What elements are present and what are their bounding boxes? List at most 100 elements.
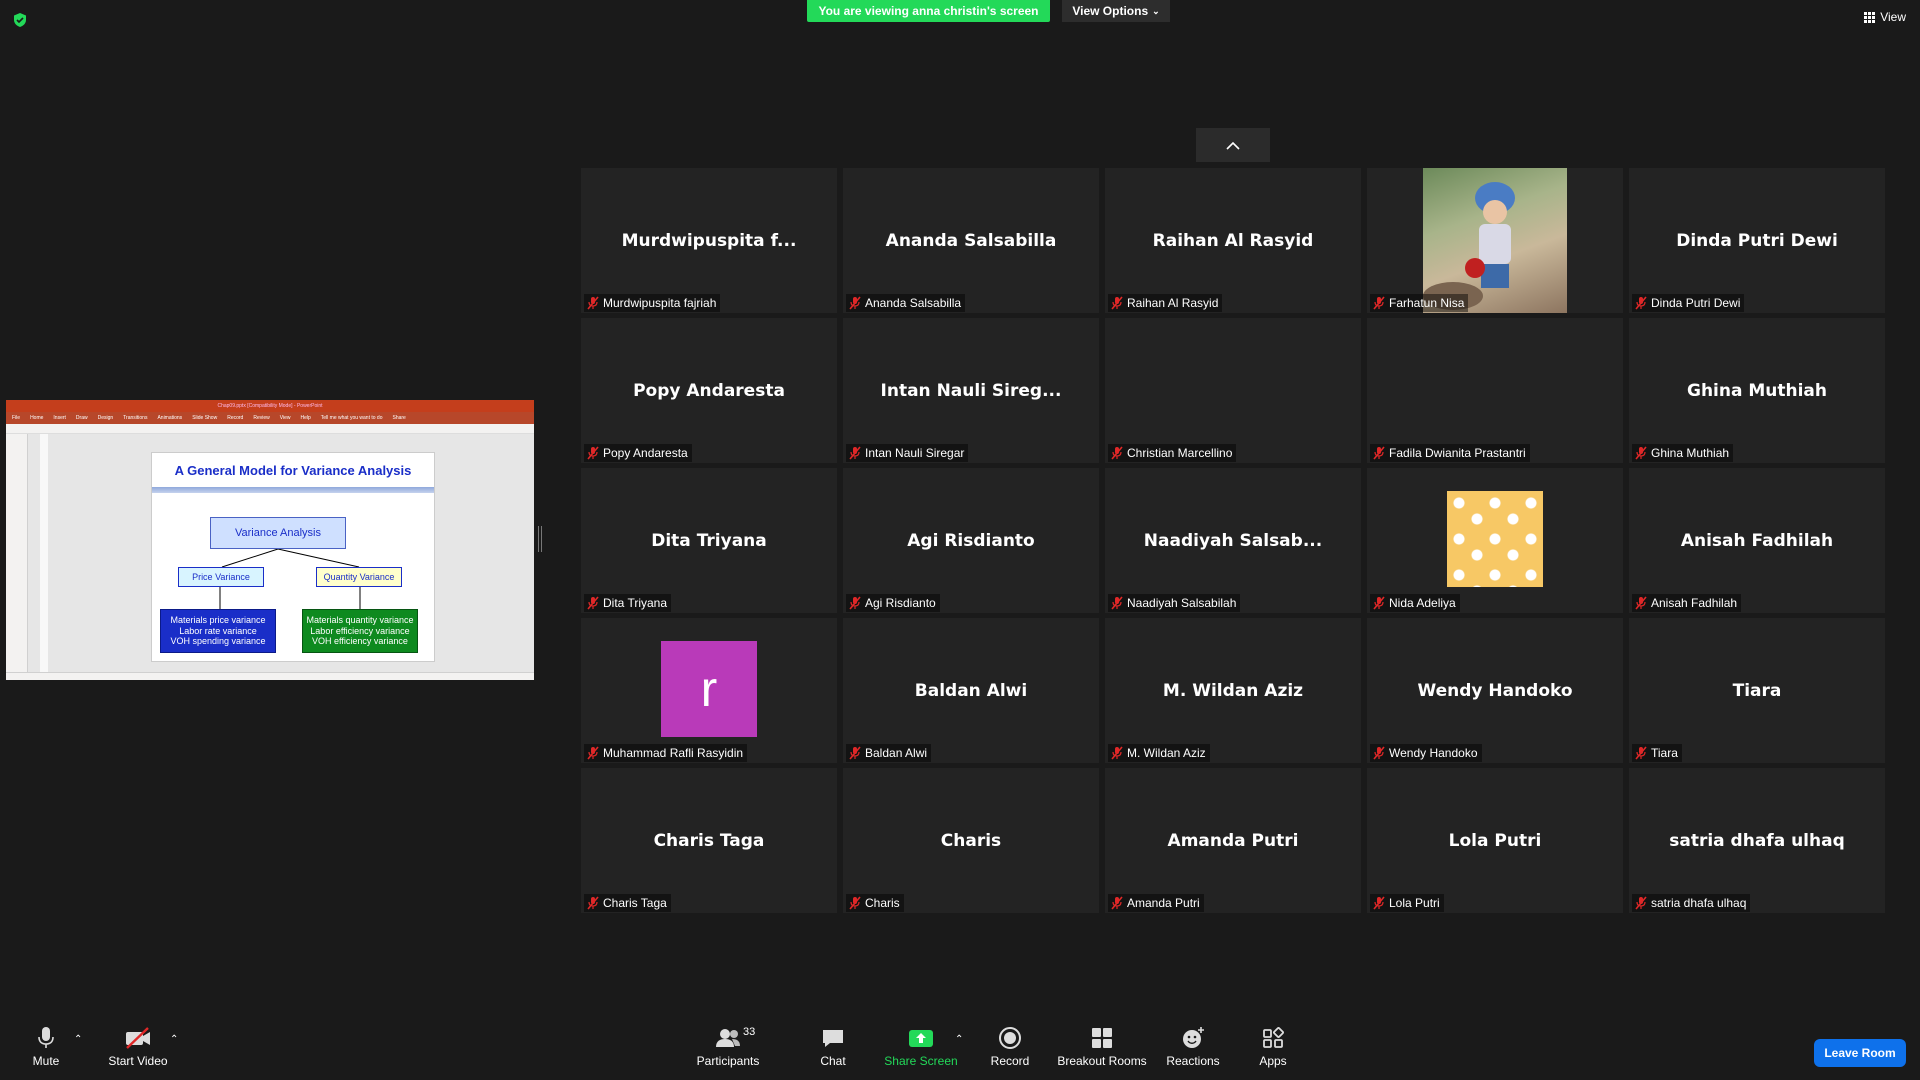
- chevron-up-icon: [1226, 141, 1240, 150]
- participant-display-name: Baldan Alwi: [914, 680, 1028, 701]
- share-screen-label: Share Screen: [884, 1054, 958, 1068]
- muted-mic-icon: [1635, 746, 1647, 760]
- detail-line: Labor rate variance: [179, 625, 257, 636]
- panel-resize-handle[interactable]: [538, 526, 542, 552]
- participant-tile[interactable]: Farhatun Nisa: [1367, 168, 1623, 313]
- participant-name: Fadila Dwianita Prastantri: [1389, 446, 1526, 460]
- leave-room-button[interactable]: Leave Room: [1814, 1039, 1906, 1067]
- participant-name-label: Agi Risdianto: [846, 594, 940, 612]
- quantity-variance-detail-box: Materials quantity variance Labor effici…: [302, 609, 418, 653]
- participant-tile[interactable]: Wendy Handoko Wendy Handoko: [1367, 618, 1623, 763]
- participants-button[interactable]: Participants: [683, 1026, 773, 1068]
- participant-tile[interactable]: Intan Nauli Sireg... Intan Nauli Siregar: [843, 318, 1099, 463]
- viewing-screen-banner: You are viewing anna christin's screen: [807, 0, 1050, 22]
- video-options-caret[interactable]: ⌃: [170, 1034, 178, 1045]
- breakout-rooms-button[interactable]: Breakout Rooms: [1057, 1026, 1147, 1068]
- ppt-menu-item: Insert: [53, 415, 66, 421]
- apps-button[interactable]: Apps: [1228, 1026, 1318, 1068]
- view-options-button[interactable]: View Options ⌄: [1062, 0, 1170, 22]
- audio-options-caret[interactable]: ⌃: [74, 1034, 82, 1045]
- muted-mic-icon: [587, 446, 599, 460]
- muted-mic-icon: [1635, 446, 1647, 460]
- muted-mic-icon: [1111, 596, 1123, 610]
- participant-name-label: Muhammad Rafli Rasyidin: [584, 744, 748, 762]
- participant-display-name: Ghina Muthiah: [1686, 380, 1828, 401]
- participant-display-name: Dita Triyana: [651, 530, 767, 551]
- view-layout-button[interactable]: View: [1864, 10, 1906, 24]
- apps-icon: [1263, 1027, 1284, 1048]
- participant-display-name: Anisah Fadhilah: [1680, 530, 1834, 551]
- muted-mic-icon: [1111, 896, 1123, 910]
- reactions-button[interactable]: Reactions: [1148, 1026, 1238, 1068]
- participant-name-label: Murdwipuspita fajriah: [584, 294, 721, 312]
- participant-name-label: M. Wildan Aziz: [1108, 744, 1210, 762]
- participant-name-label: Intan Nauli Siregar: [846, 444, 969, 462]
- participant-name: Baldan Alwi: [865, 746, 928, 760]
- participant-tile[interactable]: Lola Putri Lola Putri: [1367, 768, 1623, 913]
- muted-mic-icon: [1111, 746, 1123, 760]
- participant-tile[interactable]: Popy Andaresta Popy Andaresta: [581, 318, 837, 463]
- security-shield-icon[interactable]: [12, 12, 28, 28]
- muted-mic-icon: [587, 746, 599, 760]
- muted-mic-icon: [1373, 596, 1385, 610]
- participant-name: M. Wildan Aziz: [1127, 746, 1206, 760]
- zoom-meeting-window: You are viewing anna christin's screen V…: [0, 0, 1920, 1080]
- collapse-gallery-button[interactable]: [1196, 128, 1270, 162]
- participant-tile[interactable]: M. Wildan Aziz M. Wildan Aziz: [1105, 618, 1361, 763]
- chat-icon: [823, 1030, 843, 1047]
- ppt-menu-item: Tell me what you want to do: [320, 415, 383, 421]
- share-options-caret[interactable]: ⌃: [955, 1034, 963, 1045]
- current-slide: A General Model for Variance Analysis Va…: [151, 452, 435, 662]
- shared-screen-view[interactable]: Chap09.pptx [Compatibility Mode] - Power…: [6, 400, 534, 680]
- participant-name-label: Farhatun Nisa: [1370, 294, 1469, 312]
- detail-line: VOH spending variance: [170, 636, 266, 647]
- participant-tile[interactable]: Christian Marcellino: [1105, 318, 1361, 463]
- start-video-label: Start Video: [108, 1054, 168, 1068]
- participant-tile[interactable]: Amanda Putri Amanda Putri: [1105, 768, 1361, 913]
- participant-tile[interactable]: Agi Risdianto Agi Risdianto: [843, 468, 1099, 613]
- slide-title-rule: [152, 487, 434, 493]
- participant-tile[interactable]: Charis Taga Charis Taga: [581, 768, 837, 913]
- powerpoint-status-bar: [6, 672, 534, 680]
- participant-tile[interactable]: Dinda Putri Dewi Dinda Putri Dewi: [1629, 168, 1885, 313]
- participant-name: Intan Nauli Siregar: [865, 446, 965, 460]
- participant-name-label: Fadila Dwianita Prastantri: [1370, 444, 1530, 462]
- participant-tile[interactable]: Baldan Alwi Baldan Alwi: [843, 618, 1099, 763]
- participant-display-name: Popy Andaresta: [633, 380, 785, 401]
- chat-button[interactable]: Chat: [788, 1026, 878, 1068]
- mute-button[interactable]: Mute: [1, 1026, 91, 1068]
- participant-tile[interactable]: Naadiyah Salsab... Naadiyah Salsabilah: [1105, 468, 1361, 613]
- participant-name-label: Baldan Alwi: [846, 744, 932, 762]
- participant-tile[interactable]: Ananda Salsabilla Ananda Salsabilla: [843, 168, 1099, 313]
- price-variance-detail-box: Materials price variance Labor rate vari…: [160, 609, 276, 653]
- chevron-down-icon: ⌄: [1152, 5, 1160, 16]
- participant-tile[interactable]: r Muhammad Rafli Rasyidin: [581, 618, 837, 763]
- participant-tile[interactable]: Murdwipuspita f... Murdwipuspita fajriah: [581, 168, 837, 313]
- participant-tile[interactable]: Raihan Al Rasyid Raihan Al Rasyid: [1105, 168, 1361, 313]
- participant-name: Charis: [865, 896, 900, 910]
- muted-mic-icon: [587, 296, 599, 310]
- participant-tile[interactable]: Tiara Tiara: [1629, 618, 1885, 763]
- start-video-button[interactable]: Start Video: [93, 1026, 183, 1068]
- participant-tile[interactable]: Charis Charis: [843, 768, 1099, 913]
- slide-thumbnail-pane: [6, 434, 28, 672]
- participant-name-label: Raihan Al Rasyid: [1108, 294, 1223, 312]
- participant-name: Lola Putri: [1389, 896, 1440, 910]
- participant-name: Dinda Putri Dewi: [1651, 296, 1741, 310]
- share-screen-button[interactable]: Share Screen: [876, 1026, 966, 1068]
- participant-tile[interactable]: satria dhafa ulhaq satria dhafa ulhaq: [1629, 768, 1885, 913]
- participant-name: Tiara: [1651, 746, 1678, 760]
- view-options-label: View Options: [1072, 4, 1149, 18]
- participant-tile[interactable]: Ghina Muthiah Ghina Muthiah: [1629, 318, 1885, 463]
- participant-tile[interactable]: Anisah Fadhilah Anisah Fadhilah: [1629, 468, 1885, 613]
- participant-name: Amanda Putri: [1127, 896, 1200, 910]
- view-label: View: [1880, 10, 1906, 24]
- participant-tile[interactable]: Nida Adeliya: [1367, 468, 1623, 613]
- detail-line: Materials quantity variance: [306, 615, 414, 626]
- participant-name: Dita Triyana: [603, 596, 668, 610]
- participant-name-label: satria dhafa ulhaq: [1632, 894, 1751, 912]
- record-button[interactable]: Record: [965, 1026, 1055, 1068]
- participant-name: Naadiyah Salsabilah: [1127, 596, 1237, 610]
- participant-tile[interactable]: Dita Triyana Dita Triyana: [581, 468, 837, 613]
- participant-tile[interactable]: Fadila Dwianita Prastantri: [1367, 318, 1623, 463]
